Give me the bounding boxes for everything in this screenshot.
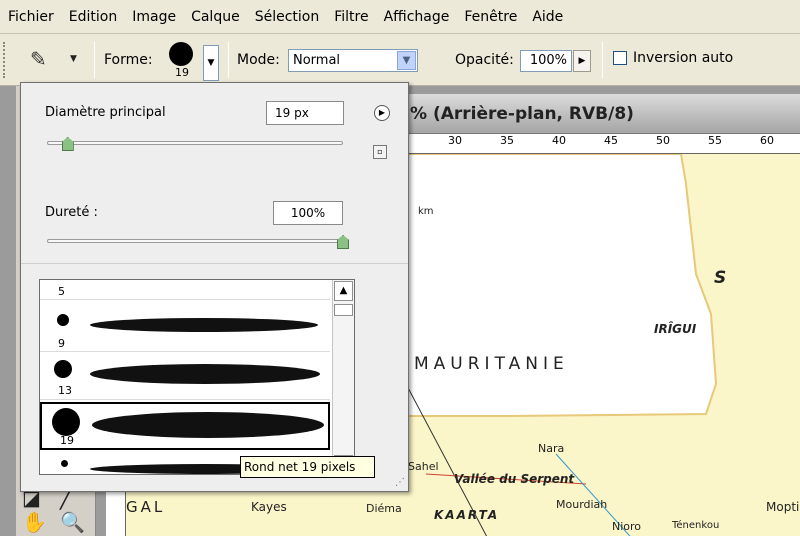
diameter-slider[interactable] — [47, 141, 343, 145]
mode-value: Normal — [293, 53, 341, 68]
toolbar-grip[interactable] — [3, 42, 9, 78]
brush-stroke-preview — [90, 279, 320, 280]
panel-menu-icon[interactable]: ▶ — [374, 105, 390, 121]
brush-tooltip: Rond net 19 pixels — [240, 456, 375, 478]
resize-grip-icon[interactable]: ⋰ — [395, 477, 405, 488]
divider — [21, 263, 408, 264]
diameter-label: Diamètre principal — [45, 105, 166, 120]
forme-label: Forme: — [104, 52, 153, 68]
map-label: Nara — [538, 442, 565, 455]
brush-tip-preview — [61, 460, 68, 467]
mode-select[interactable]: Normal ▼ — [288, 49, 418, 72]
brush-preset-9[interactable]: 9 — [40, 302, 330, 352]
menu-selection[interactable]: Sélection — [255, 9, 320, 25]
separator — [94, 42, 95, 78]
ruler-label: 50 — [656, 134, 670, 147]
inversion-auto-checkbox[interactable] — [613, 51, 627, 65]
tool-preset-arrow-icon[interactable]: ▼ — [70, 54, 77, 64]
menu-calque[interactable]: Calque — [191, 9, 240, 25]
map-label: Ténenkou — [672, 520, 720, 531]
menu-fenetre[interactable]: Fenêtre — [464, 9, 517, 25]
brush-preview[interactable] — [169, 42, 193, 66]
opacite-label: Opacité: — [455, 52, 514, 68]
brush-stroke-preview — [90, 318, 318, 332]
hardness-slider-thumb[interactable] — [337, 235, 349, 249]
ruler-label: 45 — [604, 134, 618, 147]
brush-tip-preview — [57, 314, 69, 326]
map-label: Kayes — [251, 500, 287, 514]
brush-preset-19[interactable]: 19 — [40, 402, 330, 450]
map-label: Mourdiah — [556, 498, 608, 511]
hardness-label: Dureté : — [45, 205, 98, 220]
separator — [602, 42, 603, 78]
menu-bar: Fichier Edition Image Calque Sélection F… — [0, 0, 800, 34]
brush-tip-preview — [52, 408, 80, 436]
map-label: Nioro — [612, 520, 642, 533]
hardness-field[interactable]: 100% — [273, 201, 343, 225]
brush-size-label: 13 — [58, 384, 72, 397]
ruler-label: 60 — [760, 134, 774, 147]
map-label: IRÎGUI — [654, 322, 697, 336]
hand-icon[interactable]: ✋ — [22, 510, 47, 534]
brush-list-scrollbar[interactable]: ▲ ▼ — [332, 280, 354, 474]
ruler-label: 30 — [448, 134, 462, 147]
map-label: MAURITANIE — [414, 354, 569, 374]
map-label: Diéma — [366, 502, 402, 515]
brush-size-label: 19 — [60, 434, 74, 447]
menu-edition[interactable]: Edition — [69, 9, 117, 25]
scroll-thumb[interactable] — [334, 304, 353, 316]
hardness-slider[interactable] — [47, 239, 343, 243]
brush-preset-13[interactable]: 13 — [40, 352, 330, 400]
menu-image[interactable]: Image — [132, 9, 176, 25]
diameter-field[interactable]: 19 px — [266, 101, 344, 125]
ruler-label: 40 — [552, 134, 566, 147]
opacity-slider-arrow-icon[interactable]: ▶ — [573, 50, 591, 72]
brush-stroke-preview — [90, 364, 320, 384]
diameter-slider-thumb[interactable] — [61, 137, 74, 151]
menu-fichier[interactable]: Fichier — [8, 9, 54, 25]
separator — [228, 42, 229, 78]
map-label: GAL — [126, 498, 166, 516]
brush-picker-panel: Diamètre principal 19 px ▶ ▫ Dureté : 10… — [20, 82, 409, 492]
opacity-field[interactable]: 100% — [520, 50, 572, 72]
reset-size-icon[interactable]: ▫ — [373, 145, 387, 159]
brush-preset-5[interactable]: 5 — [40, 279, 330, 300]
document-title: % (Arrière-plan, RVB/8) — [410, 104, 634, 124]
chevron-down-icon[interactable]: ▼ — [397, 51, 416, 70]
map-label: Sahel — [408, 460, 439, 473]
brush-size-label: 5 — [58, 285, 65, 298]
ruler-label: 35 — [500, 134, 514, 147]
menu-filtre[interactable]: Filtre — [334, 9, 368, 25]
brush-stroke-preview — [92, 412, 324, 438]
mode-label: Mode: — [237, 52, 280, 68]
brush-size-label: 19 — [175, 66, 189, 79]
brush-preset-list: 5 9 13 19 ▲ ▼ — [39, 279, 355, 475]
zoom-icon[interactable]: 🔍 — [60, 510, 85, 534]
inversion-auto-label: Inversion auto — [633, 50, 734, 66]
map-label: Mopti — [766, 500, 800, 514]
menu-affichage[interactable]: Affichage — [384, 9, 450, 25]
brush-dropdown-button[interactable]: ▼ — [203, 45, 219, 81]
map-label: S — [714, 268, 727, 288]
map-label: KAARTA — [434, 508, 500, 522]
pencil-icon[interactable]: ✎ — [30, 48, 52, 70]
ruler-label: 55 — [708, 134, 722, 147]
brush-size-label: 9 — [58, 337, 65, 350]
scroll-up-icon[interactable]: ▲ — [334, 281, 353, 301]
brush-tip-preview — [54, 360, 72, 378]
map-label: Vallée du Serpent — [454, 472, 575, 486]
menu-aide[interactable]: Aide — [532, 9, 563, 25]
map-label: km — [418, 206, 434, 217]
